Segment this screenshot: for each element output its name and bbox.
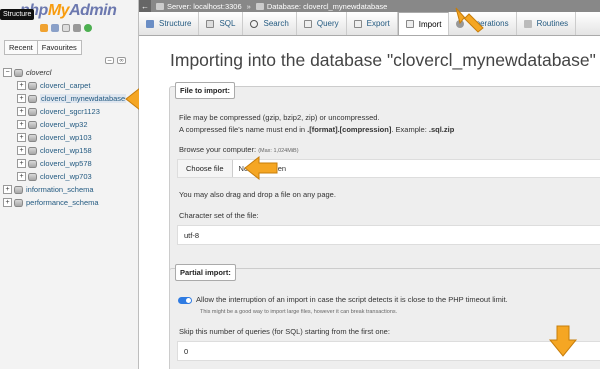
compression-format-info: A compressed file's name must end in .[f… <box>179 125 455 134</box>
server-icon <box>156 2 164 10</box>
tab-structure[interactable]: Structure <box>139 12 200 35</box>
page-title: Importing into the database "clovercl_my… <box>170 50 596 70</box>
file-input[interactable]: Choose file No file chosen <box>177 159 600 178</box>
nav-tab-recent[interactable]: Recent <box>4 40 38 55</box>
file-import-fieldset: File to import: File may be compressed (… <box>169 82 600 281</box>
tree-root[interactable]: − clovercl <box>3 66 126 79</box>
annotation-arrow-import <box>455 7 484 33</box>
database-tree: − clovercl + clovercl_carpet + clovercl_my… <box>3 66 127 209</box>
partial-import-legend: Partial import: <box>175 264 236 281</box>
nav-tab-favourites[interactable]: Favourites <box>36 40 82 55</box>
database-icon <box>28 172 37 181</box>
back-arrow-icon[interactable]: ← <box>139 0 151 12</box>
expand-icon[interactable]: + <box>17 94 26 103</box>
tree-item[interactable]: + clovercl_wp703 <box>3 170 126 183</box>
choose-file-button[interactable]: Choose file <box>178 160 233 177</box>
collapse-all-icon[interactable]: − <box>105 57 114 64</box>
annotation-arrow-down <box>548 325 578 357</box>
database-icon <box>28 107 37 116</box>
link-icon[interactable]: ∞ <box>117 57 126 64</box>
tab-routines[interactable]: Routines <box>517 12 577 35</box>
collapse-icon[interactable]: − <box>3 68 12 77</box>
nav-icon-bar <box>40 24 92 32</box>
tree-item[interactable]: + clovercl_wp32 <box>3 118 126 131</box>
tooltip: Structure <box>0 9 35 20</box>
allow-interrupt-label: Allow the interruption of an import in c… <box>196 295 508 304</box>
expand-icon[interactable]: + <box>17 146 26 155</box>
top-menu-tabs: Structure SQL Search Query Export Import… <box>139 12 600 36</box>
charset-label: Character set of the file: <box>179 211 259 220</box>
structure-icon <box>146 19 154 28</box>
expand-icon[interactable]: + <box>17 107 26 116</box>
drag-drop-hint: You may also drag and drop a file on any… <box>179 190 336 199</box>
docs-icon[interactable] <box>62 24 70 32</box>
reload-icon[interactable] <box>84 24 92 32</box>
nav-collapse-controls: − ∞ <box>105 57 126 64</box>
tree-item-selected[interactable]: + clovercl_mynewdatabase <box>3 92 127 105</box>
query-icon <box>303 19 312 28</box>
tab-query[interactable]: Query <box>297 12 347 35</box>
breadcrumb-database[interactable]: Database: clovercl_mynewdatabase <box>267 2 387 11</box>
database-icon <box>28 120 37 129</box>
home-icon[interactable] <box>40 24 48 32</box>
charset-select[interactable]: utf-8 <box>177 225 600 245</box>
tree-item[interactable]: + clovercl_wp103 <box>3 131 126 144</box>
expand-icon[interactable]: + <box>17 172 26 181</box>
breadcrumb-separator: » <box>246 1 251 11</box>
settings-icon[interactable] <box>73 24 81 32</box>
skip-queries-input[interactable]: 0 <box>177 341 600 361</box>
expand-icon[interactable]: + <box>3 198 12 207</box>
tree-item[interactable]: + clovercl_wp578 <box>3 157 126 170</box>
allow-interrupt-toggle[interactable] <box>178 296 192 304</box>
nav-tabs: Recent Favourites <box>4 40 82 55</box>
annotation-arrow-choose-file <box>244 155 278 181</box>
tree-item[interactable]: + clovercl_carpet <box>3 79 126 92</box>
database-icon <box>28 133 37 142</box>
logout-icon[interactable] <box>51 24 59 32</box>
routines-icon <box>523 19 532 28</box>
tree-item[interactable]: + clovercl_sgcr1123 <box>3 105 126 118</box>
breadcrumb: ← Server: localhost:3306 » Database: clo… <box>139 0 600 12</box>
tab-import[interactable]: Import <box>397 12 450 35</box>
navigation-panel: phpMyAdmin Structure Recent Favourites −… <box>0 0 159 369</box>
database-icon <box>14 185 23 194</box>
skip-queries-label: Skip this number of queries (for SQL) st… <box>179 327 390 336</box>
search-icon <box>250 19 259 28</box>
max-size: (Max: 1,024MiB) <box>258 148 299 154</box>
expand-icon[interactable]: + <box>17 120 26 129</box>
database-icon <box>28 159 37 168</box>
database-icon <box>28 146 37 155</box>
tab-search[interactable]: Search <box>243 12 297 35</box>
database-icon <box>28 81 37 90</box>
expand-icon[interactable]: + <box>17 133 26 142</box>
compression-info: File may be compressed (gzip, bzip2, zip… <box>179 113 380 122</box>
database-icon <box>255 2 264 10</box>
expand-icon[interactable]: + <box>3 185 12 194</box>
tab-sql[interactable]: SQL <box>199 12 244 35</box>
tree-root-label: clovercl <box>26 68 52 77</box>
tab-export[interactable]: Export <box>347 12 398 35</box>
breadcrumb-server[interactable]: Server: localhost:3306 <box>167 2 242 11</box>
server-icon <box>14 68 23 77</box>
tree-item[interactable]: + information_schema <box>3 183 126 196</box>
database-icon <box>14 198 23 207</box>
sql-icon <box>206 19 215 28</box>
allow-interrupt-note: This might be a good way to import large… <box>200 309 398 315</box>
allow-interrupt-row: Allow the interruption of an import in c… <box>178 295 508 304</box>
browse-label: Browse your computer: (Max: 1,024MiB) <box>179 145 299 154</box>
tree-item[interactable]: + clovercl_wp158 <box>3 144 126 157</box>
tree-item[interactable]: + performance_schema <box>3 196 126 209</box>
database-icon <box>28 94 37 103</box>
partial-import-fieldset: Partial import: Allow the interruption o… <box>169 264 600 369</box>
expand-icon[interactable]: + <box>17 81 26 90</box>
expand-icon[interactable]: + <box>17 159 26 168</box>
import-icon <box>405 20 414 28</box>
export-icon <box>353 19 362 28</box>
phpmyadmin-logo[interactable]: phpMyAdmin <box>20 2 117 20</box>
file-import-legend: File to import: <box>175 82 235 99</box>
main-content: Importing into the database "clovercl_my… <box>139 36 600 369</box>
